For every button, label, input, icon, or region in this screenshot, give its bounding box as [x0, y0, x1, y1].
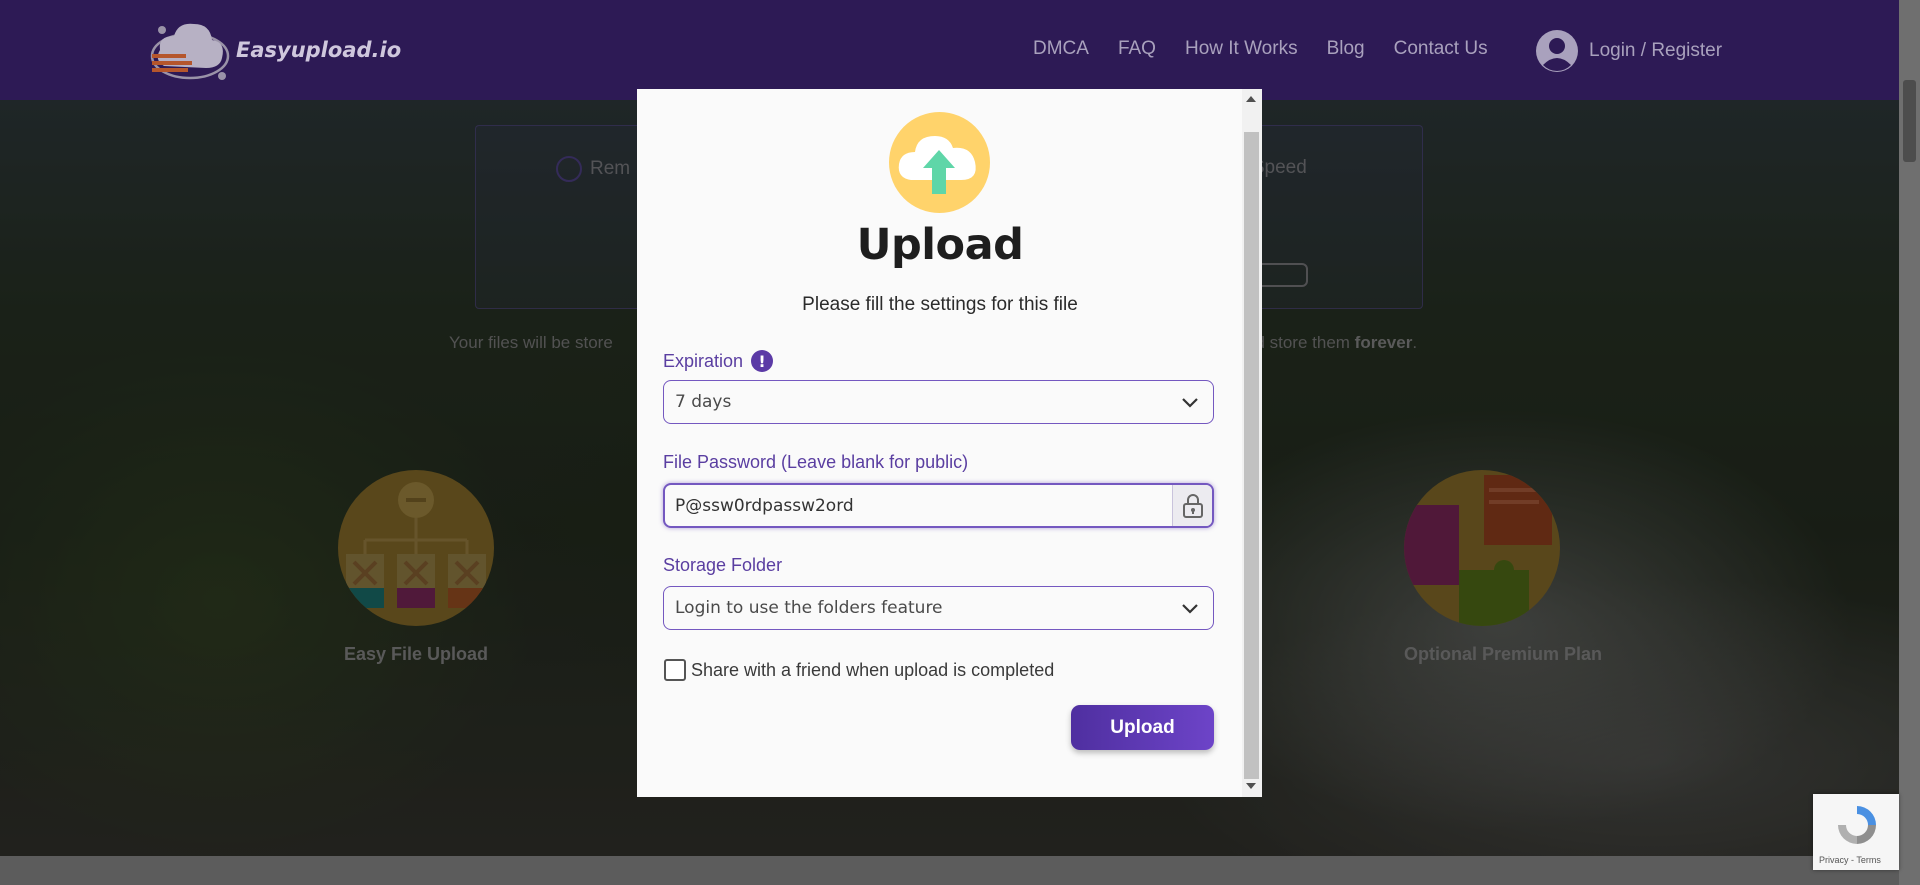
share-label[interactable]: Share with a friend when upload is compl… — [691, 660, 1054, 681]
folder-label: Storage Folder — [663, 555, 783, 575]
share-checkbox[interactable] — [664, 659, 686, 681]
upload-button[interactable]: Upload — [1071, 705, 1214, 750]
chevron-down-icon — [1182, 604, 1198, 614]
expiration-select[interactable]: 7 days — [663, 380, 1214, 424]
expiration-label: Expiration ! — [663, 350, 774, 372]
password-label: File Password (Leave blank for public) — [663, 452, 969, 472]
navbar-dim — [0, 0, 1920, 100]
modal-scroll-down-icon[interactable] — [1246, 783, 1256, 789]
recaptcha-footer[interactable]: Privacy - Terms — [1819, 855, 1881, 865]
info-icon[interactable]: ! — [751, 350, 774, 372]
modal-title: Upload — [856, 220, 1024, 270]
cloud-upload-icon — [889, 112, 990, 213]
modal-scrollbar-thumb[interactable] — [1244, 132, 1259, 779]
folder-select[interactable]: Login to use the folders feature — [663, 586, 1214, 630]
modal-scroll-up-icon[interactable] — [1246, 96, 1256, 102]
page-footer-strip — [0, 856, 1899, 885]
expiration-select-value: 7 days — [675, 392, 732, 412]
folder-select-value: Login to use the folders feature — [675, 598, 943, 618]
password-field-wrapper — [663, 483, 1214, 528]
share-option: Share with a friend when upload is compl… — [664, 659, 1054, 681]
expiration-label-text: Expiration — [663, 350, 744, 371]
password-lock-toggle[interactable] — [1172, 485, 1212, 526]
chevron-down-icon — [1182, 398, 1198, 408]
recaptcha-icon — [1838, 806, 1876, 844]
recaptcha-badge[interactable]: Privacy - Terms — [1813, 794, 1899, 870]
password-input[interactable] — [665, 485, 1172, 526]
modal-subtitle: Please fill the settings for this file — [802, 294, 1078, 315]
page-scrollbar-thumb[interactable] — [1903, 80, 1916, 162]
lock-icon — [1182, 493, 1203, 518]
